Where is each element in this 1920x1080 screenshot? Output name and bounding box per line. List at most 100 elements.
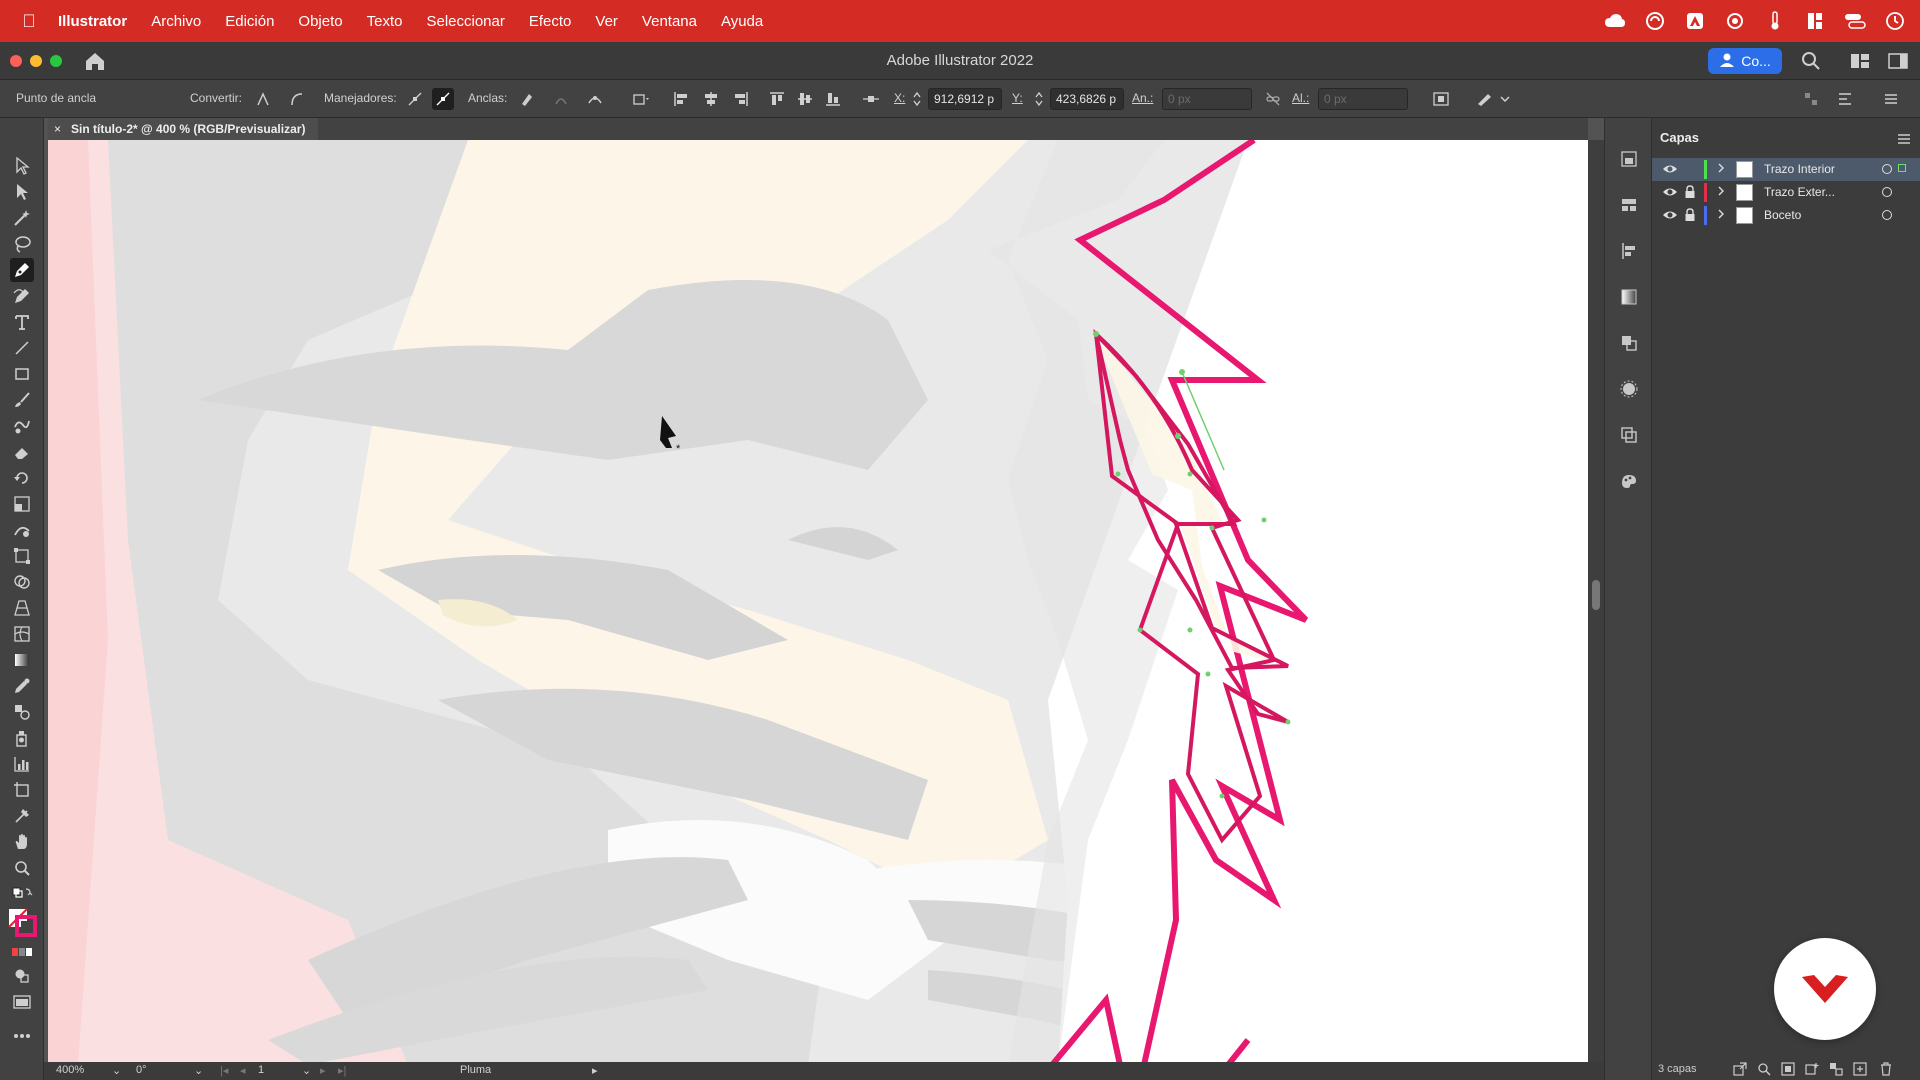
- magic-wand-tool-icon[interactable]: [10, 206, 34, 230]
- layer-name[interactable]: Trazo Exter...: [1764, 185, 1835, 199]
- export-layer-icon[interactable]: [1732, 1061, 1748, 1077]
- align-center-icon[interactable]: [700, 88, 722, 110]
- layer-selection-indicator[interactable]: [1898, 164, 1906, 172]
- height-input[interactable]: 0 px: [1318, 88, 1408, 110]
- edit-toolbar-icon[interactable]: [10, 1024, 34, 1048]
- adobe-icon[interactable]: [1684, 10, 1706, 32]
- zoom-tool-icon[interactable]: [10, 856, 34, 880]
- rotation-value[interactable]: 0°: [136, 1064, 147, 1076]
- screen-mode-icon[interactable]: [10, 990, 34, 1014]
- eyedropper-tool-icon[interactable]: [10, 674, 34, 698]
- x-input[interactable]: 912,6912 p: [928, 88, 1002, 110]
- app-switcher-icon[interactable]: [1804, 10, 1826, 32]
- eraser-tool-icon[interactable]: [10, 440, 34, 464]
- last-artboard-icon[interactable]: ▸|: [338, 1064, 346, 1077]
- color-mode-icon[interactable]: [10, 944, 34, 960]
- vertical-scrollbar[interactable]: [1588, 140, 1604, 1065]
- menu-efecto[interactable]: Efecto: [529, 13, 572, 30]
- gradient-tool-icon[interactable]: [10, 648, 34, 672]
- convert-smooth-icon[interactable]: [286, 88, 308, 110]
- hide-handles-icon[interactable]: [432, 88, 454, 110]
- canvas[interactable]: *: [48, 140, 1588, 1065]
- menu-edicion[interactable]: Edición: [225, 13, 274, 30]
- symbol-sprayer-tool-icon[interactable]: [10, 726, 34, 750]
- visibility-eye-icon[interactable]: [1662, 162, 1678, 176]
- line-tool-icon[interactable]: [10, 336, 34, 360]
- align-panel-icon[interactable]: [1618, 240, 1640, 262]
- menu-archivo[interactable]: Archivo: [151, 13, 201, 30]
- y-input[interactable]: 423,6826 p: [1050, 88, 1124, 110]
- curvature-tool-icon[interactable]: [10, 284, 34, 308]
- close-tab-icon[interactable]: ×: [54, 122, 61, 136]
- status-menu-icon[interactable]: ▸: [592, 1064, 598, 1077]
- menu-seleccionar[interactable]: Seleccionar: [426, 13, 504, 30]
- layers-panel-title[interactable]: Capas: [1660, 130, 1699, 145]
- color-guide-panel-icon[interactable]: [1618, 470, 1640, 492]
- new-sublayer-icon[interactable]: [1804, 1061, 1820, 1077]
- shape-builder-tool-icon[interactable]: [10, 570, 34, 594]
- artboard-tool-icon[interactable]: [10, 778, 34, 802]
- free-transform-tool-icon[interactable]: [10, 544, 34, 568]
- layer-target-icon[interactable]: [1882, 164, 1892, 174]
- temperature-icon[interactable]: [1764, 10, 1786, 32]
- paintbrush-tool-icon[interactable]: [10, 388, 34, 412]
- perspective-grid-tool-icon[interactable]: [10, 596, 34, 620]
- locate-object-icon[interactable]: [1756, 1061, 1772, 1077]
- selection-tool-icon[interactable]: [10, 154, 34, 178]
- lasso-tool-icon[interactable]: [10, 232, 34, 256]
- sync-icon[interactable]: [1644, 10, 1666, 32]
- convert-corner-icon[interactable]: [252, 88, 274, 110]
- align-left-icon[interactable]: [670, 88, 692, 110]
- layer-target-icon[interactable]: [1882, 187, 1892, 197]
- rotation-chevron-icon[interactable]: ⌄: [194, 1064, 203, 1077]
- expand-chevron-icon[interactable]: [1716, 185, 1728, 199]
- expand-chevron-icon[interactable]: [1716, 162, 1728, 176]
- fill-stroke-swatch[interactable]: [7, 906, 37, 938]
- show-handles-icon[interactable]: [404, 88, 426, 110]
- artboard-chevron-icon[interactable]: ⌄: [302, 1064, 311, 1077]
- rotate-tool-icon[interactable]: [10, 466, 34, 490]
- lock-icon[interactable]: [1684, 185, 1696, 199]
- transform-panel-icon[interactable]: [1618, 424, 1640, 446]
- default-fill-stroke-icon[interactable]: [10, 884, 34, 902]
- layer-row-trazo-exterior[interactable]: Trazo Exter...: [1652, 181, 1920, 204]
- workspace-icon[interactable]: [1888, 52, 1908, 70]
- align-right-icon[interactable]: [730, 88, 752, 110]
- blend-tool-icon[interactable]: [10, 700, 34, 724]
- menu-app-name[interactable]: Illustrator: [58, 13, 127, 30]
- warp-tool-icon[interactable]: [10, 518, 34, 542]
- new-layer-icon[interactable]: [1852, 1061, 1868, 1077]
- recolor-menu-chevron-icon[interactable]: [1498, 88, 1512, 110]
- share-button[interactable]: Co...: [1708, 48, 1782, 74]
- layer-target-icon[interactable]: [1882, 210, 1892, 220]
- visibility-eye-icon[interactable]: [1662, 185, 1678, 199]
- vertical-scrollbar-thumb[interactable]: [1592, 580, 1600, 610]
- distribute-icon[interactable]: [1800, 88, 1822, 110]
- creative-cloud-icon[interactable]: [1604, 10, 1626, 32]
- text-align-icon[interactable]: [1834, 88, 1856, 110]
- appearance-panel-icon[interactable]: [1618, 378, 1640, 400]
- next-artboard-icon[interactable]: ▸: [320, 1064, 326, 1077]
- layers-panel-menu-icon[interactable]: [1896, 132, 1912, 150]
- menu-ventana[interactable]: Ventana: [642, 13, 697, 30]
- align-top-icon[interactable]: [766, 88, 788, 110]
- hand-tool-icon[interactable]: [10, 830, 34, 854]
- gradient-panel-icon[interactable]: [1618, 286, 1640, 308]
- layer-name[interactable]: Trazo Interior: [1764, 162, 1835, 176]
- recolor-icon[interactable]: [1474, 88, 1496, 110]
- column-graph-tool-icon[interactable]: [10, 752, 34, 776]
- remove-anchor-icon[interactable]: [516, 88, 538, 110]
- rectangle-tool-icon[interactable]: [10, 362, 34, 386]
- layer-name[interactable]: Boceto: [1764, 208, 1801, 222]
- visibility-eye-icon[interactable]: [1662, 208, 1678, 222]
- layer-row-trazo-interior[interactable]: Trazo Interior: [1652, 158, 1920, 181]
- layer-row-boceto[interactable]: Boceto: [1652, 204, 1920, 227]
- artwork[interactable]: *: [48, 140, 1588, 1065]
- pathfinder-panel-icon[interactable]: [1618, 332, 1640, 354]
- menu-texto[interactable]: Texto: [367, 13, 403, 30]
- collect-layer-icon[interactable]: [1828, 1061, 1844, 1077]
- zoom-level[interactable]: 400%: [56, 1064, 84, 1076]
- libraries-panel-icon[interactable]: [1618, 194, 1640, 216]
- artboard-number[interactable]: 1: [258, 1064, 264, 1076]
- prev-artboard-icon[interactable]: ◂: [240, 1064, 246, 1077]
